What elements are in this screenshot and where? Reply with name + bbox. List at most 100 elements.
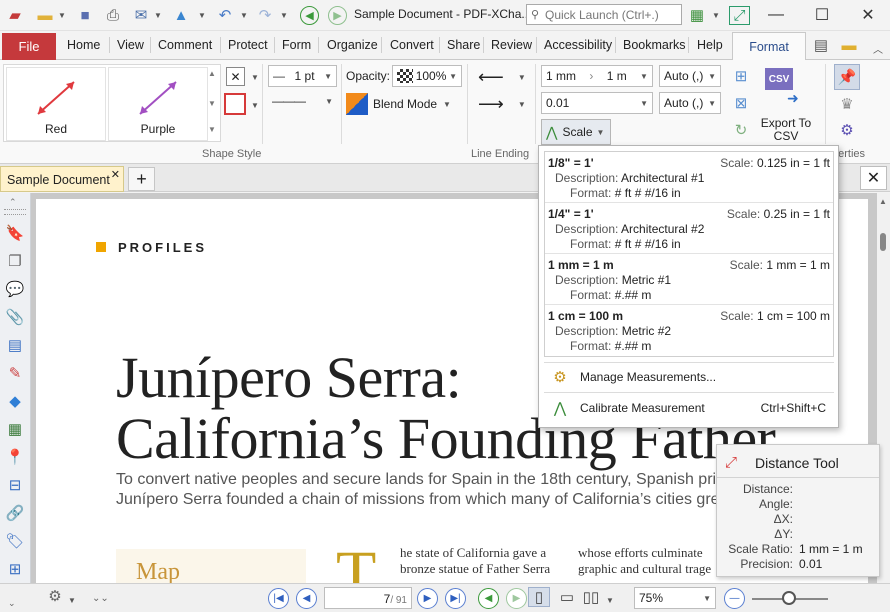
- status-settings-icon[interactable]: ⚙: [44, 586, 66, 606]
- units-format-select-1[interactable]: Auto (,) ▼: [659, 65, 721, 87]
- minimize-button[interactable]: —: [753, 0, 799, 30]
- close-tab-icon[interactable]: ✕: [111, 168, 120, 181]
- open-dropdown-icon[interactable]: ▼: [58, 11, 66, 20]
- back-icon[interactable]: ◀: [300, 6, 319, 25]
- tab-comment[interactable]: Comment: [158, 38, 212, 52]
- tab-form[interactable]: Form: [282, 38, 311, 52]
- print-icon[interactable]: ⎙: [102, 5, 124, 25]
- line-start-select[interactable]: ⟵ ▼: [478, 67, 526, 88]
- scale-button[interactable]: ⋀ Scale ▼: [541, 119, 611, 145]
- stroke-dropdown-icon[interactable]: ▼: [251, 101, 259, 110]
- back-view-button[interactable]: ◀: [478, 588, 499, 609]
- scale-preset-item[interactable]: 1/4" = 1' Scale: 0.25 in = 1 ft Descript…: [545, 203, 833, 254]
- scroll-up-icon[interactable]: ▲: [879, 197, 887, 206]
- undo-dropdown-icon[interactable]: ▼: [240, 11, 248, 20]
- fields-icon[interactable]: ⊞: [4, 558, 26, 580]
- tags-icon[interactable]: ▦: [4, 418, 26, 440]
- panel-grip[interactable]: [4, 209, 26, 215]
- collapse-ribbon-icon[interactable]: ︿: [873, 41, 883, 56]
- scale-ratio-input[interactable]: 1 mm › 1 m ▼: [541, 65, 653, 87]
- pin-icon[interactable]: 📌: [834, 64, 860, 90]
- prev-page-button[interactable]: ◀: [296, 588, 317, 609]
- panel-collapse-icon[interactable]: ⌃: [9, 197, 17, 208]
- settings-dropdown-icon[interactable]: ▼: [68, 596, 76, 605]
- gallery-more-icon[interactable]: ▼: [208, 125, 216, 134]
- first-page-button[interactable]: |◀: [268, 588, 289, 609]
- pages-icon[interactable]: ❐: [4, 250, 26, 272]
- tab-help[interactable]: Help: [697, 38, 723, 52]
- layers-icon[interactable]: ◆: [4, 390, 26, 412]
- maximize-button[interactable]: ☐: [799, 0, 845, 30]
- signatures-icon[interactable]: ✎: [4, 362, 26, 384]
- tab-organize[interactable]: Organize: [327, 38, 378, 52]
- scale-preset-item[interactable]: 1 cm = 100 m Scale: 1 cm = 100 m Descrip…: [545, 305, 833, 356]
- new-tab-button[interactable]: +: [128, 167, 155, 191]
- page-number-input[interactable]: 7/ 91: [324, 587, 412, 609]
- no-fill-icon[interactable]: ✕: [226, 67, 245, 86]
- refresh-icon[interactable]: ↻: [730, 120, 752, 140]
- comments-icon[interactable]: 💬: [4, 278, 26, 300]
- links-icon[interactable]: 🔗: [4, 502, 26, 524]
- view-dropdown-icon[interactable]: ▼: [606, 596, 614, 605]
- content-icon[interactable]: ▤: [4, 334, 26, 356]
- tab-review[interactable]: Review: [491, 38, 532, 52]
- tab-home[interactable]: Home: [67, 38, 100, 52]
- stroke-color-icon[interactable]: [224, 93, 246, 115]
- tab-view[interactable]: View: [117, 38, 144, 52]
- scan-dropdown-icon[interactable]: ▼: [198, 11, 206, 20]
- close-pane-button[interactable]: ✕: [860, 166, 887, 190]
- forward-view-button[interactable]: ▶: [506, 588, 527, 609]
- fill-dropdown-icon[interactable]: ▼: [251, 73, 259, 82]
- properties-icon[interactable]: ⚙: [836, 120, 858, 140]
- tab-accessibility[interactable]: Accessibility: [544, 38, 612, 52]
- tab-format[interactable]: Format: [732, 32, 806, 61]
- next-page-button[interactable]: ▶: [417, 588, 438, 609]
- customize-toolbar-icon[interactable]: ▦: [686, 5, 708, 25]
- single-page-view-icon[interactable]: ▯: [528, 587, 550, 607]
- scale-preset-item[interactable]: 1/8" = 1' Scale: 0.125 in = 1 ft Descrip…: [545, 152, 833, 203]
- opacity-select[interactable]: 100% ▼: [392, 65, 462, 87]
- manage-measurements-item[interactable]: ⚙ Manage Measurements...: [540, 362, 838, 392]
- continuous-view-icon[interactable]: ▭: [556, 587, 578, 607]
- tab-share[interactable]: Share: [447, 38, 480, 52]
- document-properties-icon[interactable]: ▤: [810, 35, 832, 55]
- zoom-slider-thumb[interactable]: [782, 591, 796, 605]
- statusbar-more-icon[interactable]: ⌄⌄: [92, 593, 109, 604]
- line-end-select[interactable]: ⟶ ▼: [478, 94, 526, 115]
- destinations-icon[interactable]: 📍: [4, 446, 26, 468]
- undo-icon[interactable]: ↶: [214, 5, 236, 25]
- tab-bookmarks[interactable]: Bookmarks: [623, 38, 686, 52]
- open-folder-icon[interactable]: ▬: [34, 5, 56, 25]
- units-format-select-2[interactable]: Auto (,) ▼: [659, 92, 721, 114]
- save-icon[interactable]: ■: [74, 5, 96, 25]
- labels-icon[interactable]: 🏷: [4, 530, 26, 552]
- precision-select[interactable]: 0.01 ▼: [541, 92, 653, 114]
- two-page-view-icon[interactable]: ▯▯: [580, 587, 602, 607]
- scan-icon[interactable]: ▲: [170, 5, 192, 25]
- quick-launch-input[interactable]: ⚲ Quick Launch (Ctrl+.): [526, 4, 682, 25]
- crown-icon[interactable]: ♛: [836, 94, 858, 114]
- forward-icon[interactable]: ▶: [328, 6, 347, 25]
- statusbar-collapse-icon[interactable]: ⌄: [8, 598, 16, 609]
- folder-icon[interactable]: ▬: [838, 35, 860, 55]
- scroll-thumb[interactable]: [880, 233, 886, 251]
- scale-preset-item[interactable]: 1 mm = 1 m Scale: 1 mm = 1 m Description…: [545, 254, 833, 305]
- file-menu-tab[interactable]: File: [2, 33, 56, 60]
- redo-dropdown-icon[interactable]: ▼: [280, 11, 288, 20]
- close-window-button[interactable]: ✕: [845, 0, 890, 30]
- attachments-icon[interactable]: 📎: [4, 306, 26, 328]
- customize-dropdown-icon[interactable]: ▼: [712, 11, 720, 20]
- style-red[interactable]: Red: [6, 67, 106, 141]
- export-csv-button[interactable]: Export To CSV: [757, 117, 815, 143]
- zoom-out-button[interactable]: —: [724, 588, 745, 609]
- line-style-select[interactable]: ——— ▼: [268, 94, 337, 108]
- snap-icon[interactable]: ⊞: [730, 66, 752, 86]
- email-dropdown-icon[interactable]: ▼: [154, 11, 162, 20]
- last-page-button[interactable]: ▶|: [445, 588, 466, 609]
- gallery-down-icon[interactable]: ▼: [208, 99, 216, 108]
- document-tab[interactable]: Sample Document ✕: [0, 166, 124, 192]
- zoom-select[interactable]: 75% ▼: [634, 587, 716, 609]
- email-icon[interactable]: ✉: [130, 5, 152, 25]
- blend-mode-button[interactable]: Blend Mode ▼: [373, 97, 451, 111]
- gallery-up-icon[interactable]: ▲: [208, 69, 216, 78]
